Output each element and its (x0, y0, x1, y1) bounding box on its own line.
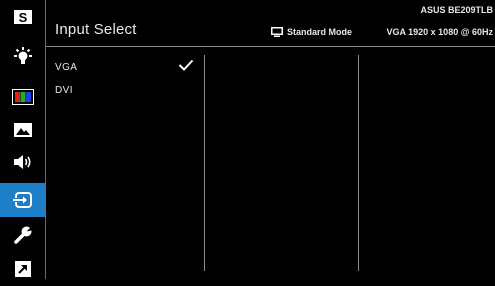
column-divider-1 (204, 55, 205, 271)
sidebar-item-input-select[interactable] (0, 183, 45, 217)
option-vga[interactable]: VGA (55, 62, 77, 73)
mode-label: Standard Mode (287, 27, 353, 37)
option-label: VGA (55, 62, 78, 73)
image-icon (13, 123, 32, 137)
sidebar-item-shortcut[interactable] (0, 252, 45, 286)
header-divider (46, 46, 495, 47)
sidebar-item-splendid[interactable]: S (0, 0, 45, 34)
input-timing: VGA 1920 x 1080 @ 60Hz (386, 27, 493, 37)
mode-indicator: Standard Mode (271, 27, 352, 37)
sidebar: S (0, 0, 45, 279)
monitor-icon (271, 27, 283, 37)
splendid-icon: S (13, 10, 32, 25)
sidebar-item-color[interactable] (0, 80, 45, 114)
sidebar-item-sound[interactable] (0, 145, 45, 179)
sidebar-item-image[interactable] (0, 113, 45, 147)
blue-light-filter-icon (13, 47, 32, 64)
checkmark-icon (178, 59, 194, 71)
column-divider-2 (358, 55, 359, 271)
model-name: ASUS BE209TLB (420, 5, 493, 15)
sound-icon (13, 155, 31, 169)
header: Input Select Standard Mode ASUS BE209TLB… (46, 0, 495, 46)
option-dvi[interactable]: DVI (55, 85, 73, 96)
svg-text:S: S (18, 10, 27, 25)
page-title: Input Select (55, 21, 137, 38)
color-icon (11, 89, 34, 105)
sidebar-item-blue-light-filter[interactable] (0, 40, 45, 74)
input-select-icon (11, 192, 32, 208)
shortcut-icon (14, 261, 31, 277)
sidebar-item-system-setup[interactable] (0, 218, 45, 252)
option-label: DVI (55, 85, 73, 96)
system-setup-icon (13, 226, 33, 244)
